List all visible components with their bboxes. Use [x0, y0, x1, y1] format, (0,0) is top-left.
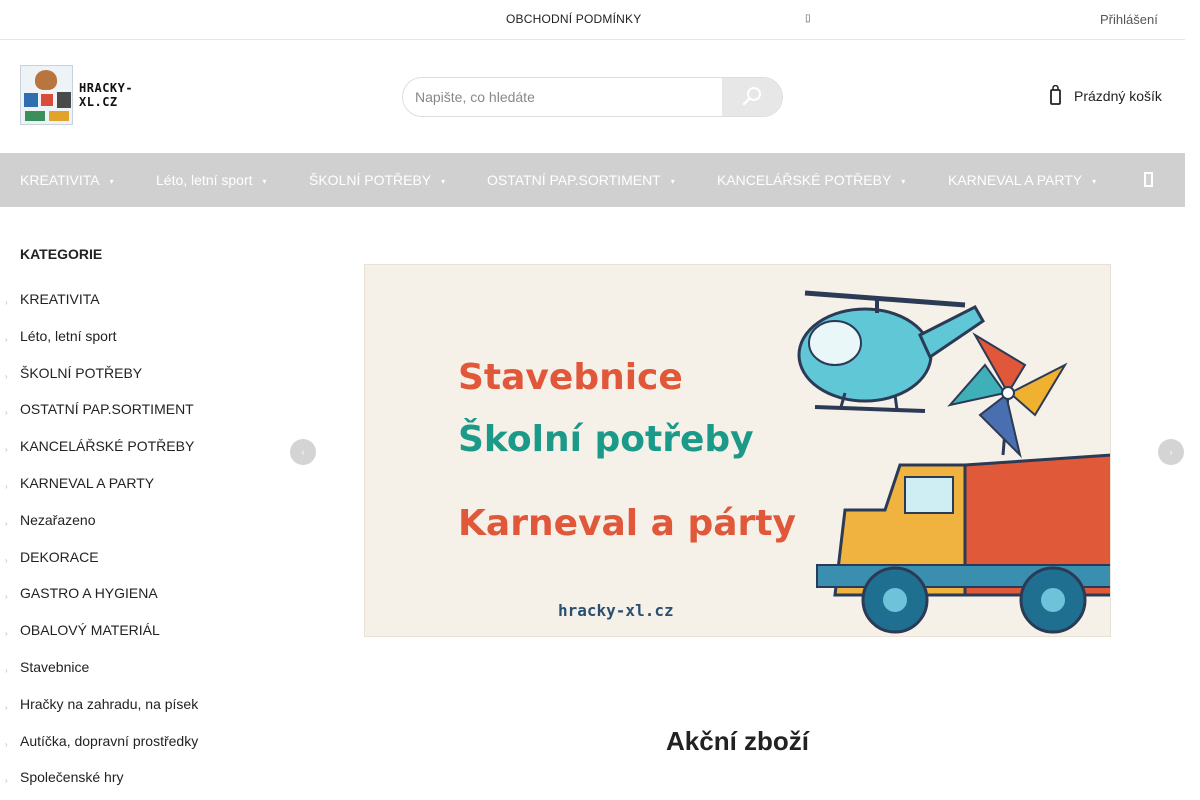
site-logo[interactable]: HRACKY-XL.CZ	[20, 64, 170, 126]
category-label: Společenské hry	[20, 769, 124, 786]
carousel-prev-button[interactable]: ‹	[290, 439, 316, 465]
chevron-right-icon: ›	[5, 518, 8, 528]
chevron-right-icon: ›	[5, 702, 8, 712]
nav-search-button[interactable]	[1140, 170, 1158, 195]
nav-item-karneval[interactable]: KARNEVAL A PARTY ▾	[948, 172, 1096, 188]
search-icon	[742, 87, 761, 106]
category-label: ŠKOLNÍ POTŘEBY	[20, 364, 143, 381]
chevron-down-icon: ▾	[670, 177, 675, 186]
category-label: Autíčka, dopravní prostředky	[20, 732, 199, 749]
nav-item-ostatni[interactable]: OSTATNÍ PAP.SORTIMENT ▾	[487, 172, 675, 188]
chevron-right-icon: ›	[5, 298, 8, 307]
chevron-down-icon: ▾	[262, 177, 267, 186]
chevron-right-icon: ›	[5, 408, 8, 418]
banner-line-2: Školní potřeby	[458, 419, 754, 460]
nav-item-kreativita[interactable]: KREATIVITA ▾	[20, 172, 114, 188]
chevron-right-icon: ›	[5, 665, 8, 675]
login-link[interactable]: Přihlášení	[1100, 12, 1158, 27]
nav-item-label: ŠKOLNÍ POTŘEBY	[309, 172, 432, 188]
chevron-down-icon: ▾	[109, 177, 114, 186]
cart-label: Prázdný košík	[1074, 88, 1162, 104]
nav-item-label: KARNEVAL A PARTY	[948, 172, 1083, 188]
cart-icon	[1050, 85, 1061, 105]
category-label: Léto, letní sport	[20, 327, 117, 344]
chevron-right-icon: ›	[5, 592, 8, 602]
category-label: OBALOVÝ MATERIÁL	[20, 622, 160, 639]
chevron-right-icon: ›	[5, 445, 8, 455]
menu-icon[interactable]: ▯	[805, 13, 811, 24]
terms-link[interactable]: OBCHODNÍ PODMÍNKY	[506, 12, 641, 26]
helicopter-illustration	[797, 290, 985, 413]
nav-item-skolni-potreby[interactable]: ŠKOLNÍ POTŘEBY ▾	[309, 172, 445, 188]
search-icon	[1144, 172, 1153, 187]
search-bar	[402, 77, 783, 117]
nav-item-label: OSTATNÍ PAP.SORTIMENT	[487, 172, 661, 188]
category-item[interactable]: › DEKORACE	[0, 545, 260, 582]
category-item[interactable]: › Společenské hry	[0, 765, 260, 800]
main-nav: KREATIVITA ▾ Léto, letní sport ▾ ŠKOLNÍ PO…	[0, 153, 1185, 207]
category-label: KARNEVAL A PARTY	[20, 474, 155, 491]
category-label: KANCELÁŘSKÉ POTŘEBY	[20, 438, 195, 455]
category-item[interactable]: › Nezařazeno	[0, 508, 260, 545]
category-item[interactable]: › KREATIVITA	[0, 287, 260, 324]
category-label: Hračky na zahradu, na písek	[20, 695, 199, 712]
banner-line-1: Stavebnice	[458, 357, 683, 398]
pinwheel-illustration	[947, 332, 1068, 459]
banner-line-3: Karneval a párty	[458, 503, 796, 544]
chevron-right-icon: ›	[5, 371, 8, 381]
chevron-down-icon: ▾	[901, 177, 906, 186]
sidebar-title: KATEGORIE	[20, 246, 103, 262]
chevron-right-icon: ›	[1169, 447, 1173, 457]
category-label: GASTRO A HYGIENA	[20, 585, 158, 602]
chevron-right-icon: ›	[5, 334, 8, 344]
carousel-next-button[interactable]: ›	[1158, 439, 1184, 465]
truck-illustration	[816, 453, 1110, 634]
category-item[interactable]: › Stavebnice	[0, 655, 260, 692]
search-input[interactable]	[403, 78, 722, 116]
promo-banner[interactable]: Stavebnice Školní potřeby Karneval a pár…	[364, 264, 1111, 637]
category-label: Nezařazeno	[20, 511, 96, 528]
category-item[interactable]: › KARNEVAL A PARTY	[0, 471, 260, 508]
category-list: › KREATIVITA › Léto, letní sport › ŠKOLNÍ P…	[0, 287, 260, 800]
category-item[interactable]: › GASTRO A HYGIENA	[0, 581, 260, 618]
top-bar: OBCHODNÍ PODMÍNKY ▯ Přihlášení	[0, 0, 1185, 40]
chevron-right-icon: ›	[5, 481, 8, 491]
banner-url: hracky-xl.cz	[558, 601, 674, 620]
logo-text: HRACKY-XL.CZ	[79, 81, 134, 109]
nav-item-label: KANCELÁŘSKÉ POTŘEBY	[717, 172, 892, 188]
chevron-down-icon: ▾	[1092, 177, 1097, 186]
search-button[interactable]	[722, 78, 782, 116]
chevron-right-icon: ›	[5, 555, 8, 565]
nav-item-label: Léto, letní sport	[156, 172, 253, 188]
chevron-right-icon: ›	[5, 739, 8, 749]
category-item[interactable]: › OSTATNÍ PAP.SORTIMENT	[0, 397, 260, 434]
category-item[interactable]: › KANCELÁŘSKÉ POTŘEBY	[0, 434, 260, 471]
site-header: HRACKY-XL.CZ Prázdný košík	[0, 41, 1185, 153]
category-label: OSTATNÍ PAP.SORTIMENT	[20, 401, 194, 418]
nav-item-kancelarske[interactable]: KANCELÁŘSKÉ POTŘEBY ▾	[717, 172, 905, 188]
chevron-down-icon: ▾	[441, 177, 446, 186]
logo-toys-icon	[20, 65, 74, 125]
cart[interactable]: Prázdný košík	[1048, 85, 1162, 107]
category-label: Stavebnice	[20, 658, 90, 675]
nav-item-leto[interactable]: Léto, letní sport ▾	[156, 172, 267, 188]
category-item[interactable]: › ŠKOLNÍ POTŘEBY	[0, 361, 260, 398]
chevron-right-icon: ›	[5, 629, 8, 639]
chevron-left-icon: ‹	[301, 447, 305, 457]
chevron-right-icon: ›	[5, 776, 8, 786]
section-title-sale: Akční zboží	[666, 726, 810, 756]
category-label: DEKORACE	[20, 548, 99, 565]
category-item[interactable]: › Autíčka, dopravní prostředky	[0, 729, 260, 766]
category-item[interactable]: › OBALOVÝ MATERIÁL	[0, 618, 260, 655]
category-item[interactable]: › Léto, letní sport	[0, 324, 260, 361]
category-item[interactable]: › Hračky na zahradu, na písek	[0, 692, 260, 729]
category-label: KREATIVITA	[20, 291, 100, 307]
nav-item-label: KREATIVITA	[20, 172, 100, 188]
